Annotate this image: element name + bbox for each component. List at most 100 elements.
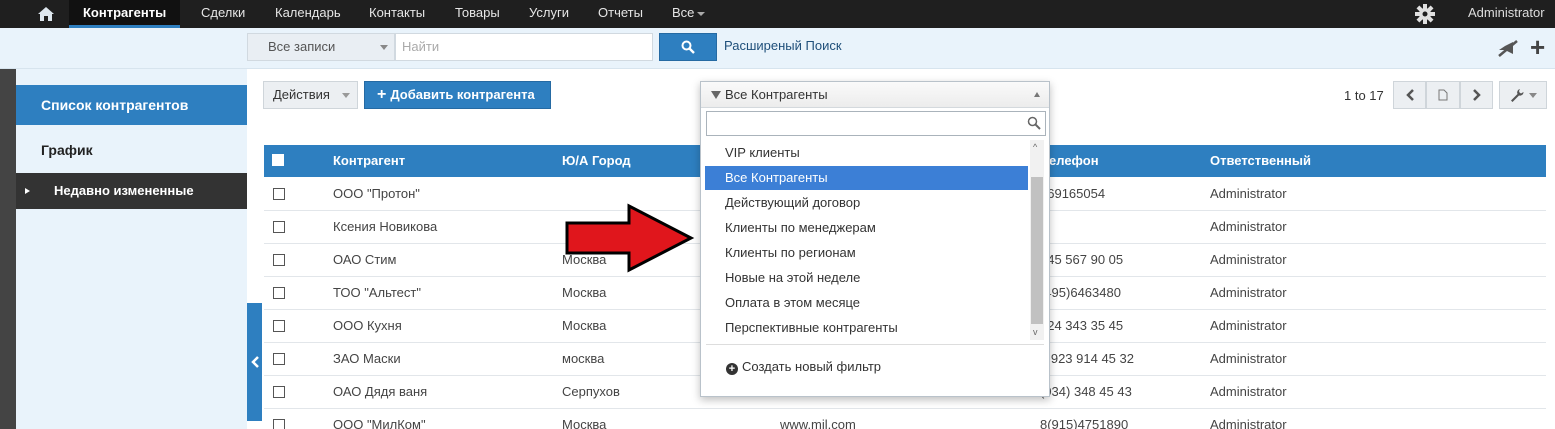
filter-search-input[interactable] [706, 111, 1046, 136]
page-jump-button[interactable] [1426, 81, 1460, 109]
advanced-search-link[interactable]: Расширеный Поиск [724, 38, 842, 53]
search-scope-select[interactable]: Все записи [247, 33, 395, 61]
filter-selected-label: Все Контрагенты [725, 87, 828, 102]
column-header-owner[interactable]: Ответственный [1210, 145, 1311, 177]
row-checkbox[interactable] [273, 353, 285, 365]
home-icon[interactable] [31, 0, 61, 28]
cell-owner: Administrator [1210, 252, 1287, 267]
chevron-down-icon [380, 45, 388, 50]
filter-option[interactable]: Оплата в этом месяце [705, 291, 1028, 315]
nav-tab-contacts[interactable]: Контакты [369, 0, 425, 28]
filter-option[interactable]: Перспективные контрагенты [705, 316, 1028, 340]
cell-owner: Administrator [1210, 219, 1287, 234]
search-input[interactable]: Найти [395, 33, 653, 61]
cell-owner: Administrator [1210, 384, 1287, 399]
filter-option[interactable]: Клиенты по регионам [705, 241, 1028, 265]
create-filter-link[interactable]: + Создать новый фильтр [726, 359, 881, 375]
scroll-down-icon[interactable]: v [1033, 328, 1038, 337]
cell-account[interactable]: ООО "МилКом" [333, 409, 426, 429]
chevron-down-icon [697, 11, 706, 16]
row-checkbox[interactable] [273, 188, 285, 200]
column-header-city[interactable]: Ю/А Город [562, 145, 631, 177]
cell-account[interactable]: ЗАО Маски [333, 343, 401, 375]
wrench-icon [1510, 89, 1524, 102]
nav-tab-deals[interactable]: Сделки [201, 0, 245, 28]
user-menu[interactable]: Administrator [1468, 0, 1545, 26]
plus-icon: + [377, 86, 387, 103]
cell-account[interactable]: ООО "Протон" [333, 178, 420, 210]
filter-scrollbar[interactable]: ^ v [1030, 140, 1044, 340]
cell-phone: (495)6463480 [1040, 285, 1121, 300]
chevron-right-icon [1472, 89, 1481, 101]
filter-select[interactable]: Все Контрагенты [701, 82, 1049, 108]
cell-owner: Administrator [1210, 285, 1287, 300]
chevron-up-icon [1034, 92, 1040, 97]
cell-account[interactable]: ООО Кухня [333, 310, 402, 342]
filter-option[interactable]: Клиенты по менеджерам [705, 216, 1028, 240]
chevron-left-icon [250, 356, 259, 368]
red-arrow-annotation [565, 203, 695, 273]
add-account-button[interactable]: + Добавить контрагента [364, 81, 551, 109]
search-scope-label: Все записи [268, 39, 336, 54]
cell-phone: 7 923 914 45 32 [1040, 351, 1134, 366]
nav-tab-reports[interactable]: Отчеты [598, 0, 643, 28]
search-bar: Все записи Найти Расширеный Поиск + [0, 28, 1555, 69]
mute-icon[interactable] [1497, 38, 1519, 58]
filter-dropdown: Все Контрагенты VIP клиенты Все Контраген… [700, 81, 1050, 397]
cell-city: Москва [562, 318, 607, 333]
actions-button[interactable]: Действия [263, 81, 358, 109]
row-checkbox[interactable] [273, 320, 285, 332]
cell-city: Москва [562, 417, 607, 429]
next-page-button[interactable] [1460, 81, 1493, 109]
column-header-phone[interactable]: елефон [1049, 145, 1099, 177]
sidebar-item-list[interactable]: Список контрагентов [16, 85, 247, 125]
filter-option[interactable]: VIP клиенты [705, 141, 1028, 165]
row-checkbox[interactable] [273, 386, 285, 398]
actions-label: Действия [273, 87, 330, 102]
scroll-up-icon[interactable]: ^ [1033, 143, 1037, 152]
row-checkbox[interactable] [273, 287, 285, 299]
add-account-label: Добавить контрагента [390, 87, 535, 102]
row-checkbox[interactable] [273, 254, 285, 266]
filter-option[interactable]: Все Контрагенты [705, 166, 1028, 190]
cell-owner: Administrator [1210, 417, 1287, 429]
chevron-down-icon [1528, 92, 1537, 98]
nav-tab-products[interactable]: Товары [455, 0, 500, 28]
nav-tab-calendar[interactable]: Календарь [275, 0, 341, 28]
search-button[interactable] [659, 33, 717, 61]
filter-option[interactable]: Новые на этой неделе [705, 266, 1028, 290]
nav-tab-all-label: Все [672, 5, 695, 20]
gear-icon[interactable] [1414, 3, 1436, 25]
divider [706, 344, 1044, 345]
cell-account[interactable]: ТОО "Альтест" [333, 277, 421, 309]
search-icon [1027, 116, 1041, 130]
nav-tab-services[interactable]: Услуги [529, 0, 569, 28]
chevron-down-icon [342, 93, 350, 98]
cell-account[interactable]: ОАО Дядя ваня [333, 376, 427, 408]
sidebar-recent-toggle[interactable]: Недавно измененные [16, 173, 247, 209]
sidebar-item-chart[interactable]: График [16, 130, 247, 170]
quick-create-plus-icon[interactable]: + [1530, 34, 1545, 60]
filter-option[interactable]: Действующий договор [705, 191, 1028, 215]
nav-tab-all[interactable]: Все [672, 0, 706, 28]
page-icon [1438, 89, 1448, 101]
cell-website[interactable]: www.mil.com [780, 409, 856, 429]
cell-city: москва [562, 351, 605, 366]
column-header-account[interactable]: Контрагент [333, 145, 405, 177]
row-checkbox[interactable] [273, 221, 285, 233]
prev-page-button[interactable] [1393, 81, 1426, 109]
list-settings-button[interactable] [1499, 81, 1547, 109]
cell-account[interactable]: ОАО Стим [333, 244, 396, 276]
table-row[interactable]: ООО "МилКом" Москва www.mil.com 8(915)47518… [264, 409, 1546, 429]
cell-owner: Administrator [1210, 186, 1287, 201]
sidebar: Список контрагентов График Недавно измен… [16, 69, 247, 429]
scrollbar-thumb[interactable] [1031, 177, 1043, 324]
create-filter-label: Создать новый фильтр [742, 359, 882, 374]
row-checkbox[interactable] [273, 419, 285, 429]
nav-tab-accounts[interactable]: Контрагенты [69, 0, 181, 28]
chevron-right-icon [25, 188, 30, 194]
cell-account[interactable]: Ксения Новикова [333, 211, 437, 243]
select-all-checkbox[interactable] [272, 154, 284, 166]
sidebar-collapse-button[interactable] [247, 303, 262, 421]
filter-options-list: VIP клиенты Все Контрагенты Действующий до… [705, 140, 1032, 340]
